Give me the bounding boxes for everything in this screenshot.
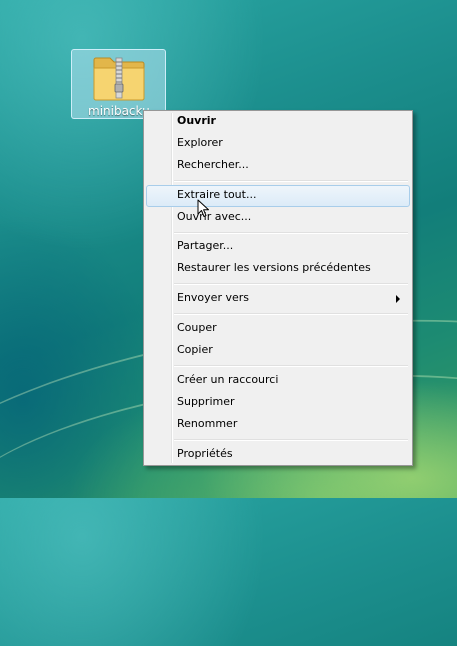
menu-item-label: Envoyer vers — [177, 291, 249, 304]
menu-separator — [174, 313, 408, 315]
menu-item-envoyer-vers[interactable]: Envoyer vers — [146, 288, 410, 310]
menu-item-explorer[interactable]: Explorer — [146, 133, 410, 155]
menu-item-ouvrir[interactable]: Ouvrir — [146, 111, 410, 133]
menu-separator — [174, 439, 408, 441]
menu-item-label: Copier — [177, 343, 213, 356]
menu-item-rechercher[interactable]: Rechercher... — [146, 155, 410, 177]
submenu-arrow-icon — [396, 295, 400, 303]
menu-item-label: Restaurer les versions précédentes — [177, 261, 371, 274]
desktop-icon-label: minibacku — [88, 104, 150, 118]
mouse-pointer-icon — [197, 199, 209, 217]
menu-item-label: Explorer — [177, 136, 223, 149]
menu-item-copier[interactable]: Copier — [146, 340, 410, 362]
desktop-icon-minibackup[interactable]: minibacku — [71, 49, 166, 119]
zip-folder-icon — [93, 57, 145, 101]
menu-item-creer-raccourci[interactable]: Créer un raccourci — [146, 370, 410, 392]
menu-item-supprimer[interactable]: Supprimer — [146, 392, 410, 414]
menu-item-label: Extraire tout... — [177, 188, 257, 201]
menu-separator — [174, 232, 408, 234]
menu-item-label: Rechercher... — [177, 158, 249, 171]
menu-item-extraire-tout[interactable]: Extraire tout... — [146, 185, 410, 207]
menu-item-partager[interactable]: Partager... — [146, 236, 410, 258]
menu-item-label: Partager... — [177, 239, 234, 252]
context-menu: Ouvrir Explorer Rechercher... Extraire t… — [143, 110, 413, 466]
menu-item-label: Renommer — [177, 417, 238, 430]
menu-item-label: Couper — [177, 321, 217, 334]
menu-separator — [174, 180, 408, 182]
menu-item-label: Propriétés — [177, 447, 233, 460]
menu-separator — [174, 365, 408, 367]
menu-item-proprietes[interactable]: Propriétés — [146, 444, 410, 466]
menu-separator — [174, 283, 408, 285]
menu-item-couper[interactable]: Couper — [146, 318, 410, 340]
menu-item-restaurer-versions[interactable]: Restaurer les versions précédentes — [146, 258, 410, 280]
menu-item-label: Ouvrir — [177, 114, 216, 127]
menu-item-label: Créer un raccourci — [177, 373, 279, 386]
menu-item-label: Supprimer — [177, 395, 235, 408]
menu-item-renommer[interactable]: Renommer — [146, 414, 410, 436]
menu-item-ouvrir-avec[interactable]: Ouvrir avec... — [146, 207, 410, 229]
menu-item-label: Ouvrir avec... — [177, 210, 252, 223]
